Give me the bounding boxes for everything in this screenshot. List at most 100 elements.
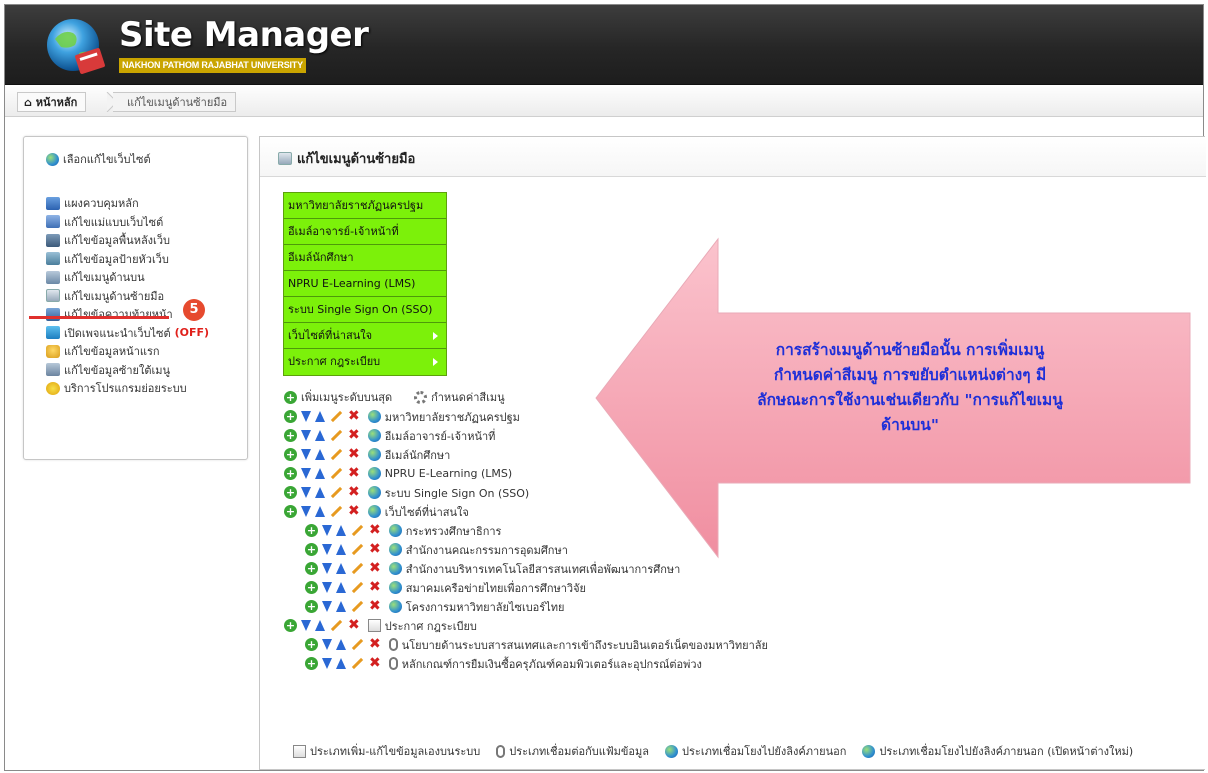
edit-button[interactable] bbox=[330, 486, 343, 499]
move-up-button[interactable] bbox=[336, 658, 346, 669]
move-down-button[interactable] bbox=[322, 658, 332, 669]
edit-button[interactable] bbox=[330, 467, 343, 480]
banner-icon bbox=[46, 252, 60, 266]
move-down-button[interactable] bbox=[301, 468, 311, 479]
edit-button[interactable] bbox=[330, 410, 343, 423]
delete-button[interactable]: ✖ bbox=[369, 561, 381, 575]
move-up-button[interactable] bbox=[336, 544, 346, 555]
add-child-button[interactable]: + bbox=[284, 505, 297, 518]
move-up-button[interactable] bbox=[336, 582, 346, 593]
globe-icon bbox=[388, 524, 402, 537]
sidebar-item-banner[interactable]: แก้ไขข้อมูลป้ายหัวเว็บ bbox=[46, 250, 209, 269]
add-child-button[interactable]: + bbox=[305, 581, 318, 594]
sidebar-item-template[interactable]: แก้ไขแม่แบบเว็บไซต์ bbox=[46, 213, 209, 232]
edit-button[interactable] bbox=[351, 524, 364, 537]
move-down-button[interactable] bbox=[322, 601, 332, 612]
add-child-button[interactable]: + bbox=[284, 429, 297, 442]
edit-button[interactable] bbox=[330, 505, 343, 518]
edit-button[interactable] bbox=[351, 543, 364, 556]
page-title-text: แก้ไขเมนูด้านซ้ายมือ bbox=[297, 152, 416, 167]
delete-button[interactable]: ✖ bbox=[348, 485, 360, 499]
delete-button[interactable]: ✖ bbox=[348, 447, 360, 461]
sidebar-item-subprogram[interactable]: บริการโปรแกรมย่อยระบบ bbox=[46, 379, 209, 398]
move-up-button[interactable] bbox=[315, 506, 325, 517]
move-up-button[interactable] bbox=[315, 487, 325, 498]
breadcrumb-home-label: หน้าหลัก bbox=[35, 96, 78, 109]
sidebar-item-homepage[interactable]: แก้ไขข้อมูลหน้าแรก bbox=[46, 342, 209, 361]
move-down-button[interactable] bbox=[322, 525, 332, 536]
breadcrumb-current[interactable]: แก้ไขเมนูด้านซ้ายมือ bbox=[113, 92, 237, 112]
edit-button[interactable] bbox=[351, 581, 364, 594]
move-down-button[interactable] bbox=[301, 620, 311, 631]
delete-button[interactable]: ✖ bbox=[348, 466, 360, 480]
move-up-button[interactable] bbox=[336, 563, 346, 574]
preview-item[interactable]: มหาวิทยาลัยราชภัฏนครปฐม bbox=[284, 193, 446, 219]
edit-button[interactable] bbox=[330, 429, 343, 442]
add-child-button[interactable]: + bbox=[284, 619, 297, 632]
move-down-button[interactable] bbox=[301, 487, 311, 498]
set-menu-color-button[interactable]: กำหนดค่าสีเมนู bbox=[431, 388, 505, 406]
move-down-button[interactable] bbox=[322, 563, 332, 574]
move-up-button[interactable] bbox=[315, 430, 325, 441]
sidebar-item-background[interactable]: แก้ไขข้อมูลพื้นหลังเว็บ bbox=[46, 231, 209, 250]
move-up-button[interactable] bbox=[336, 525, 346, 536]
add-child-button[interactable]: + bbox=[305, 562, 318, 575]
add-child-button[interactable]: + bbox=[284, 448, 297, 461]
preview-item[interactable]: เว็บไซต์ที่น่าสนใจ bbox=[284, 323, 446, 349]
move-down-button[interactable] bbox=[322, 582, 332, 593]
under-menu-icon bbox=[46, 363, 60, 377]
sidebar-item-intro-page[interactable]: เปิดเพจแนะนำเว็บไซต์ (OFF) bbox=[46, 324, 209, 343]
delete-button[interactable]: ✖ bbox=[369, 637, 381, 651]
move-up-button[interactable] bbox=[315, 411, 325, 422]
delete-button[interactable]: ✖ bbox=[348, 428, 360, 442]
delete-button[interactable]: ✖ bbox=[348, 409, 360, 423]
move-down-button[interactable] bbox=[322, 639, 332, 650]
preview-item[interactable]: NPRU E-Learning (LMS) bbox=[284, 271, 446, 297]
pick-site-link[interactable]: เลือกแก้ไขเว็บไซต์ bbox=[46, 150, 151, 168]
move-down-button[interactable] bbox=[322, 544, 332, 555]
delete-button[interactable]: ✖ bbox=[369, 656, 381, 670]
move-down-button[interactable] bbox=[301, 411, 311, 422]
edit-button[interactable] bbox=[351, 657, 364, 670]
preview-item[interactable]: ประกาศ กฎระเบียบ bbox=[284, 349, 446, 375]
add-child-button[interactable]: + bbox=[305, 543, 318, 556]
move-down-button[interactable] bbox=[301, 430, 311, 441]
sidebar-item-top-menu[interactable]: แก้ไขเมนูด้านบน bbox=[46, 268, 209, 287]
edit-button[interactable] bbox=[351, 562, 364, 575]
move-down-button[interactable] bbox=[301, 449, 311, 460]
move-up-button[interactable] bbox=[315, 620, 325, 631]
edit-button[interactable] bbox=[330, 619, 343, 632]
move-up-button[interactable] bbox=[336, 639, 346, 650]
delete-button[interactable]: ✖ bbox=[369, 523, 381, 537]
preview-item[interactable]: อีเมล์อาจารย์-เจ้าหน้าที่ bbox=[284, 219, 446, 245]
edit-button[interactable] bbox=[351, 600, 364, 613]
edit-button[interactable] bbox=[330, 448, 343, 461]
delete-button[interactable]: ✖ bbox=[369, 599, 381, 613]
gear-icon bbox=[414, 390, 428, 404]
move-up-button[interactable] bbox=[315, 468, 325, 479]
add-child-button[interactable]: + bbox=[284, 467, 297, 480]
delete-button[interactable]: ✖ bbox=[348, 618, 360, 632]
add-child-button[interactable]: + bbox=[305, 638, 318, 651]
globe-icon bbox=[388, 600, 402, 613]
delete-button[interactable]: ✖ bbox=[369, 542, 381, 556]
add-child-button[interactable]: + bbox=[305, 600, 318, 613]
sidebar-item-under-menu[interactable]: แก้ไขข้อมูลซ้ายใต้เมนู bbox=[46, 361, 209, 380]
add-child-button[interactable]: + bbox=[284, 410, 297, 423]
preview-item[interactable]: อีเมล์นักศึกษา bbox=[284, 245, 446, 271]
edit-button[interactable] bbox=[351, 638, 364, 651]
sidebar-item-dashboard[interactable]: แผงควบคุมหลัก bbox=[46, 194, 209, 213]
preview-item[interactable]: ระบบ Single Sign On (SSO) bbox=[284, 297, 446, 323]
move-up-button[interactable] bbox=[336, 601, 346, 612]
home-icon: ⌂ bbox=[24, 96, 32, 109]
add-child-button[interactable]: + bbox=[305, 524, 318, 537]
breadcrumb-home[interactable]: ⌂ หน้าหลัก bbox=[17, 92, 87, 112]
top-menu-icon bbox=[46, 270, 60, 284]
add-child-button[interactable]: + bbox=[305, 657, 318, 670]
delete-button[interactable]: ✖ bbox=[369, 580, 381, 594]
add-child-button[interactable]: + bbox=[284, 486, 297, 499]
add-top-menu-button[interactable]: เพิ่มเมนูระดับบนสุด bbox=[301, 388, 392, 406]
delete-button[interactable]: ✖ bbox=[348, 504, 360, 518]
move-down-button[interactable] bbox=[301, 506, 311, 517]
move-up-button[interactable] bbox=[315, 449, 325, 460]
